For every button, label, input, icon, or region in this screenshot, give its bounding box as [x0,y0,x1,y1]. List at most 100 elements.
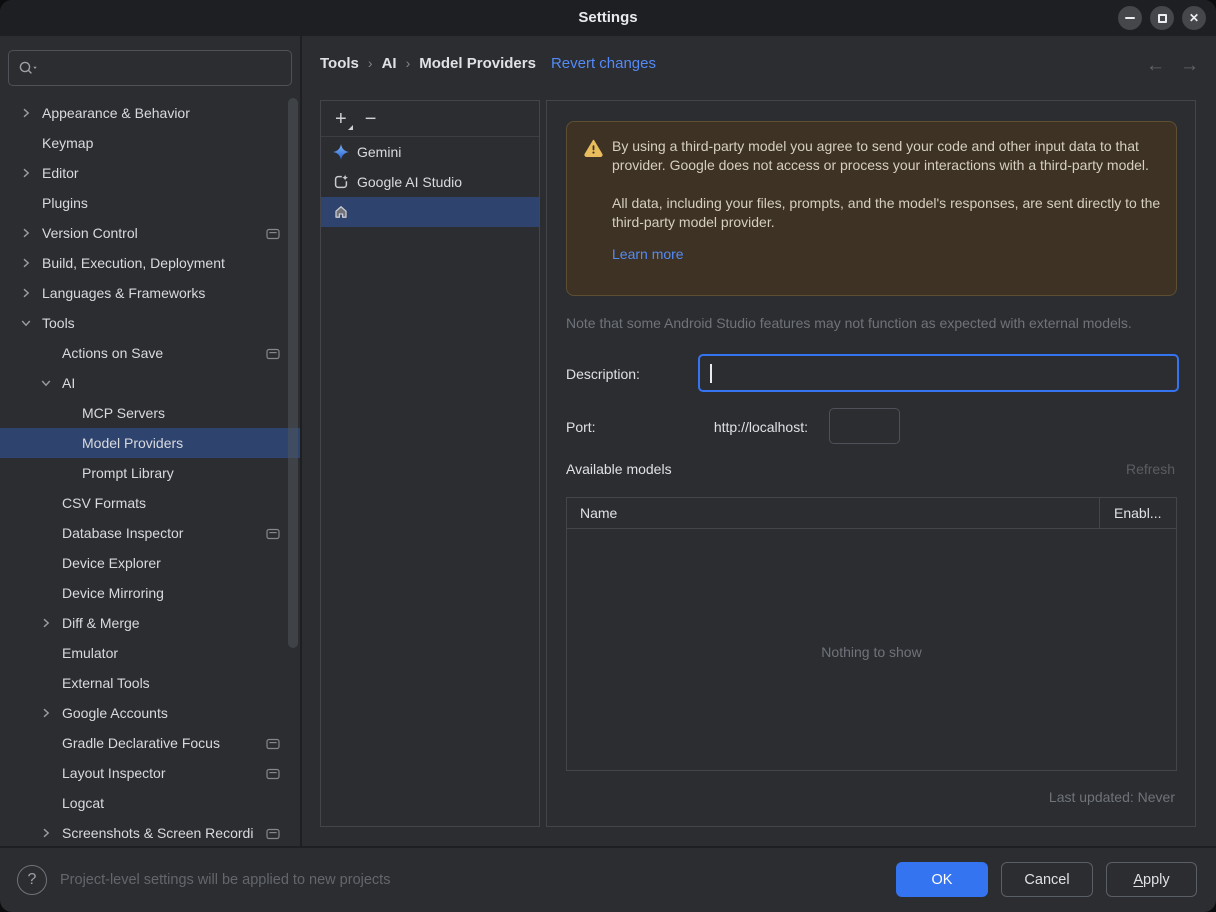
close-icon: ✕ [1188,11,1200,25]
available-models-table: Name Enabl... Nothing to show [566,497,1177,771]
sidebar-item-label: Database Inspector [62,525,184,541]
description-input[interactable] [698,354,1179,392]
sidebar-item-diff-merge[interactable]: Diff & Merge [0,608,300,638]
sidebar-item-label: Google Accounts [62,705,168,721]
provider-item-label: Google AI Studio [357,174,463,190]
sidebar-item-label: Languages & Frameworks [42,285,206,301]
tree-scrollbar[interactable] [288,98,298,648]
sidebar-item-device-explorer[interactable]: Device Explorer [0,548,300,578]
external-models-note: Note that some Android Studio features m… [566,315,1132,331]
sidebar-item-google-accounts[interactable]: Google Accounts [0,698,300,728]
warning-paragraph-2: All data, including your files, prompts,… [612,195,1161,230]
sidebar-item-keymap[interactable]: Keymap [0,128,300,158]
sidebar-item-prompt-library[interactable]: Prompt Library [0,458,300,488]
screen-icon [266,347,280,363]
provider-toolbar: + − [321,101,539,137]
footer-hint: Project-level settings will be applied t… [60,872,391,888]
sidebar-item-model-providers[interactable]: Model Providers [0,428,300,458]
close-button[interactable]: ✕ [1182,6,1206,30]
apply-mnemonic: A [1133,871,1144,888]
model-provider-settings-panel: By using a third-party model you agree t… [546,100,1196,827]
chevron-down-icon[interactable] [20,317,32,329]
port-input[interactable] [829,408,900,444]
chevron-right-icon[interactable] [20,227,32,239]
add-provider-button[interactable]: + [335,107,353,130]
settings-tree: Appearance & Behavior Keymap Editor Plugins… [0,98,300,846]
sidebar-item-label: Diff & Merge [62,615,140,631]
provider-item-gemini[interactable]: Gemini [321,137,539,167]
sidebar-item-label: Version Control [42,225,138,241]
sidebar-item-build-execution-deployment[interactable]: Build, Execution, Deployment [0,248,300,278]
table-header: Name Enabl... [567,497,1176,529]
sidebar-item-label: Model Providers [82,435,184,451]
sidebar-item-database-inspector[interactable]: Database Inspector [0,518,300,548]
sidebar-item-ai[interactable]: AI [0,368,300,398]
settings-search-input[interactable] [8,50,292,86]
sidebar-item-label: Logcat [62,795,105,811]
chevron-down-icon[interactable] [40,377,52,389]
chevron-right-icon[interactable] [20,287,32,299]
cancel-button[interactable]: Cancel [1001,862,1093,897]
apply-button[interactable]: Apply [1106,862,1197,897]
column-header-enabled[interactable]: Enabl... [1100,505,1176,521]
vertical-divider [300,36,302,846]
sidebar-item-gradle-declarative-focus[interactable]: Gradle Declarative Focus [0,728,300,758]
chevron-right-icon[interactable] [20,257,32,269]
provider-list-panel: + − Gemini Google AI Studio [320,100,540,827]
forward-arrow-icon[interactable]: → [1180,55,1199,77]
sidebar-item-actions-on-save[interactable]: Actions on Save [0,338,300,368]
help-icon[interactable]: ? [17,865,47,895]
sidebar-item-label: Emulator [62,645,119,661]
remove-provider-button[interactable]: − [365,109,377,129]
breadcrumb-tools[interactable]: Tools [320,55,359,72]
chevron-right-icon[interactable] [40,707,52,719]
sidebar-item-layout-inspector[interactable]: Layout Inspector [0,758,300,788]
sidebar-item-languages-frameworks[interactable]: Languages & Frameworks [0,278,300,308]
chevron-right-icon[interactable] [40,617,52,629]
breadcrumb-model-providers[interactable]: Model Providers [419,55,536,72]
revert-changes-link[interactable]: Revert changes [551,55,656,72]
text-caret [710,364,712,383]
apply-rest: pply [1143,871,1170,888]
window-title: Settings [578,9,638,26]
screen-icon [266,527,280,543]
chevron-right-icon[interactable] [20,167,32,179]
breadcrumb-ai[interactable]: AI [382,55,397,72]
sidebar-item-version-control[interactable]: Version Control [0,218,300,248]
sidebar-item-device-mirroring[interactable]: Device Mirroring [0,578,300,608]
sidebar-item-plugins[interactable]: Plugins [0,188,300,218]
sidebar-item-label: Plugins [42,195,88,211]
warning-paragraph-1: By using a third-party model you agree t… [612,138,1149,173]
sidebar-item-emulator[interactable]: Emulator [0,638,300,668]
sidebar-item-logcat[interactable]: Logcat [0,788,300,818]
learn-more-link[interactable]: Learn more [612,245,684,264]
ok-button[interactable]: OK [896,862,988,897]
sidebar-item-tools[interactable]: Tools [0,308,300,338]
port-prefix: http://localhost: [713,419,808,435]
provider-item-new[interactable] [321,197,539,227]
sidebar-item-label: Gradle Declarative Focus [62,735,220,751]
sidebar-item-editor[interactable]: Editor [0,158,300,188]
chevron-right-icon[interactable] [20,107,32,119]
sidebar-item-label: Tools [42,315,75,331]
provider-item-google-ai-studio[interactable]: Google AI Studio [321,167,539,197]
settings-window: Settings ✕ Tools › AI › Model Providers … [0,0,1216,912]
sidebar-item-label: Screenshots & Screen Recordi [62,825,254,841]
sidebar-item-label: Layout Inspector [62,765,166,781]
column-header-name[interactable]: Name [567,505,1099,521]
third-party-warning-banner: By using a third-party model you agree t… [566,121,1177,296]
maximize-button[interactable] [1150,6,1174,30]
sidebar-item-label: Appearance & Behavior [42,105,190,121]
breadcrumb-separator: › [367,55,373,71]
sidebar-item-csv-formats[interactable]: CSV Formats [0,488,300,518]
sidebar-item-label: AI [62,375,76,391]
chevron-right-icon[interactable] [40,827,52,839]
sidebar-item-external-tools[interactable]: External Tools [0,668,300,698]
sidebar-item-mcp-servers[interactable]: MCP Servers [0,398,300,428]
sidebar-item-appearance-behavior[interactable]: Appearance & Behavior [0,98,300,128]
sidebar-item-screenshots-screen-recordi[interactable]: Screenshots & Screen Recordi [0,818,300,846]
back-arrow-icon[interactable]: ← [1146,55,1165,77]
refresh-button[interactable]: Refresh [1126,461,1175,477]
plus-icon: + [335,107,347,130]
minimize-button[interactable] [1118,6,1142,30]
